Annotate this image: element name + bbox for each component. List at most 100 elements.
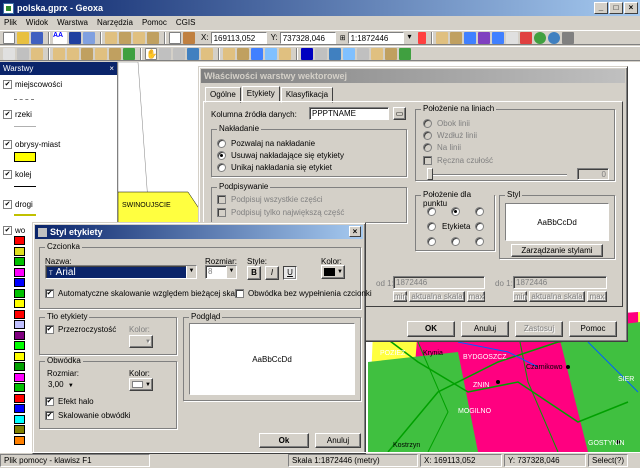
layer-checkbox[interactable]: ✔	[3, 110, 12, 119]
font-name-combo[interactable]: T Arial ▼	[45, 265, 197, 279]
layer-tool-4-icon[interactable]	[147, 31, 159, 44]
export-icon[interactable]	[371, 47, 383, 60]
outline-no-fill-checkbox[interactable]	[235, 289, 244, 298]
transparency-checkbox[interactable]: ✔	[45, 325, 54, 334]
point-pos-bc-radio[interactable]	[451, 237, 460, 246]
sensitivity-slider-thumb[interactable]	[427, 168, 433, 180]
layers-icon[interactable]	[83, 31, 95, 44]
globe-icon[interactable]	[533, 31, 546, 44]
layer-drogi[interactable]: ✔ drogi	[3, 200, 33, 209]
scale-to-max-button[interactable]: max	[587, 291, 607, 302]
menu-widok[interactable]: Widok	[26, 18, 48, 27]
scale-from-min-button[interactable]: min	[393, 291, 407, 302]
refresh-icon[interactable]	[399, 47, 411, 60]
auto-scale-checkbox[interactable]: ✔	[45, 289, 54, 298]
menu-pomoc[interactable]: Pomoc	[142, 18, 167, 27]
layer-miejscowosci[interactable]: ✔ miejscowości	[3, 80, 62, 89]
edit-1-icon[interactable]	[53, 47, 65, 60]
scale-from-field[interactable]: 1872446	[393, 276, 485, 289]
scale-from-max-button[interactable]: max	[467, 291, 485, 302]
open-folder-icon[interactable]	[17, 31, 29, 44]
layer-checkbox[interactable]: ✔	[3, 80, 12, 89]
pin-icon[interactable]	[417, 31, 426, 44]
point-pos-tl-radio[interactable]	[427, 207, 436, 216]
props-apply-button[interactable]: Zastosuj	[515, 321, 563, 337]
outline-size-dropdown-icon[interactable]: ▼	[68, 383, 74, 389]
source-column-picker-button[interactable]: ▭	[393, 107, 406, 120]
world-icon[interactable]	[547, 31, 560, 44]
layer-wo[interactable]: ✔ wo	[3, 226, 25, 235]
panel-close-icon[interactable]: ×	[109, 64, 114, 73]
copy-icon[interactable]	[17, 47, 29, 60]
zoom-full-icon[interactable]	[187, 47, 199, 60]
overlap-avoid-radio[interactable]	[217, 163, 226, 172]
label-style-close-button[interactable]: ×	[349, 226, 361, 237]
scale-to-current-button[interactable]: aktualna skala	[529, 291, 585, 302]
maximize-button[interactable]: □	[609, 2, 623, 14]
measure-area-icon[interactable]	[237, 47, 249, 60]
layer-checkbox[interactable]: ✔	[3, 200, 12, 209]
on-line-radio[interactable]	[423, 143, 432, 152]
layer-checkbox[interactable]: ✔	[3, 140, 12, 149]
minimize-button[interactable]: _	[594, 2, 608, 14]
menu-warstwa[interactable]: Warstwa	[57, 18, 88, 27]
edit-3-icon[interactable]	[81, 47, 93, 60]
font-size-dropdown-icon[interactable]: ▼	[226, 266, 236, 278]
zoom-out-icon[interactable]	[173, 47, 185, 60]
sign-largest-part-checkbox[interactable]	[217, 208, 226, 217]
style-ok-button[interactable]: Ok	[259, 433, 309, 448]
query-icon[interactable]	[315, 47, 327, 60]
layer-obrysy-miast[interactable]: ✔ obrysy-miast	[3, 140, 60, 149]
bg-color-picker[interactable]: ▼	[129, 335, 153, 348]
import-icon[interactable]	[385, 47, 397, 60]
select-area-icon[interactable]	[251, 47, 263, 60]
manual-sensitivity-checkbox[interactable]	[423, 156, 432, 165]
tool-g-icon[interactable]	[519, 31, 532, 44]
layer-checkbox[interactable]: ✔	[3, 170, 12, 179]
paste-icon[interactable]	[31, 47, 43, 60]
sign-all-parts-checkbox[interactable]	[217, 195, 226, 204]
scale-to-min-button[interactable]: min	[513, 291, 527, 302]
overlap-remove-radio[interactable]	[217, 151, 226, 160]
point-pos-mr-radio[interactable]	[475, 222, 484, 231]
bold-button[interactable]: B	[247, 266, 261, 280]
font-size-combo[interactable]: 8 ▼	[205, 265, 237, 279]
layer-rzeki[interactable]: ✔ rzeki	[3, 110, 32, 119]
layer-tool-3-icon[interactable]	[133, 31, 145, 44]
point-pos-tr-radio[interactable]	[475, 207, 484, 216]
props-cancel-button[interactable]: Anuluj	[461, 321, 509, 337]
chart-icon[interactable]	[343, 47, 355, 60]
scale-dropdown-icon[interactable]: ▾	[403, 31, 416, 44]
menu-cgis[interactable]: CGIS	[176, 18, 196, 27]
tool-f-icon[interactable]	[505, 31, 518, 44]
tool-c-icon[interactable]	[463, 31, 476, 44]
font-dropdown-icon[interactable]: ▼	[186, 266, 196, 278]
italic-button[interactable]: I	[265, 266, 279, 280]
layer-kolej[interactable]: ✔ kolej	[3, 170, 31, 179]
edit-6-icon[interactable]	[123, 47, 135, 60]
layer-tool-1-icon[interactable]	[105, 31, 117, 44]
text-tool-icon[interactable]: AA	[53, 31, 67, 44]
point-pos-tc-radio[interactable]	[451, 207, 460, 216]
source-column-combo[interactable]: PPPTNAME	[309, 107, 389, 120]
edit-2-icon[interactable]	[67, 47, 79, 60]
pan-hand-icon[interactable]: ✋	[145, 47, 157, 60]
font-color-picker[interactable]: ▼	[321, 265, 345, 279]
zoom-in-icon[interactable]	[159, 47, 171, 60]
properties-icon[interactable]	[69, 31, 81, 44]
layer-checkbox[interactable]: ✔	[3, 226, 12, 235]
overlap-allow-radio[interactable]	[217, 139, 226, 148]
select-icon[interactable]	[169, 31, 181, 44]
edit-5-icon[interactable]	[109, 47, 121, 60]
select-poly-icon[interactable]	[279, 47, 291, 60]
tool-d-icon[interactable]	[477, 31, 490, 44]
info-icon[interactable]	[183, 31, 195, 44]
edit-4-icon[interactable]	[95, 47, 107, 60]
props-help-button[interactable]: Pomoc	[569, 321, 617, 337]
save-icon[interactable]	[31, 31, 43, 44]
table-icon[interactable]	[329, 47, 341, 60]
point-pos-br-radio[interactable]	[475, 237, 484, 246]
zoom-layer-icon[interactable]	[201, 47, 213, 60]
halo-checkbox[interactable]: ✔	[45, 397, 54, 406]
close-button[interactable]: ×	[624, 2, 638, 14]
